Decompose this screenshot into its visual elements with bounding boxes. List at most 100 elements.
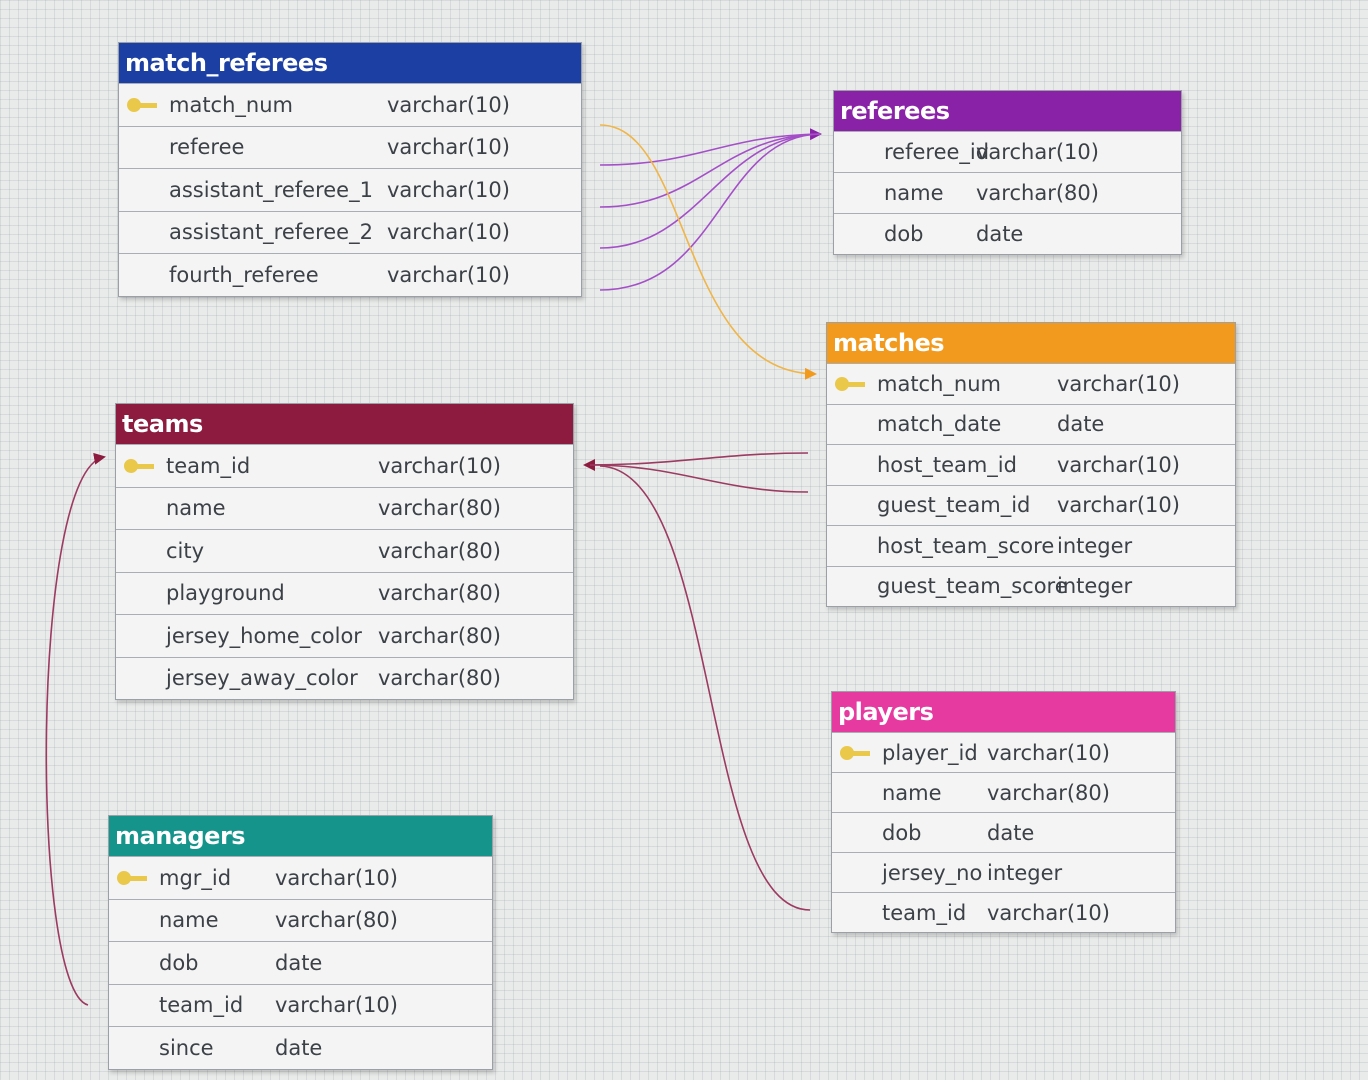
column-row[interactable]: jersey_no integer bbox=[832, 852, 1175, 892]
column-type: varchar(80) bbox=[378, 623, 501, 648]
column-type: varchar(10) bbox=[387, 135, 510, 160]
table-match-referees[interactable]: match_referees match_num varchar(10) refere… bbox=[118, 42, 582, 297]
column-name: assistant_referee_1 bbox=[169, 177, 373, 202]
column-name: mgr_id bbox=[159, 865, 232, 890]
column-name: guest_team_id bbox=[877, 493, 1031, 518]
column-type: integer bbox=[1057, 533, 1133, 558]
column-type: date bbox=[1057, 412, 1105, 437]
column-name: dob bbox=[884, 222, 924, 246]
primary-key-icon bbox=[127, 97, 157, 112]
column-row[interactable]: team_id varchar(10) bbox=[109, 983, 492, 1027]
column-type: varchar(10) bbox=[976, 140, 1099, 164]
column-type: varchar(10) bbox=[387, 92, 510, 117]
column-row[interactable]: assistant_referee_2 varchar(10) bbox=[119, 210, 581, 254]
link-fourth-referee-to-referees bbox=[599, 133, 821, 291]
table-referees[interactable]: referees referee_id varchar(10) name varchar… bbox=[833, 90, 1182, 255]
column-name: team_id bbox=[882, 900, 967, 925]
column-type: date bbox=[976, 222, 1024, 246]
column-row[interactable]: referee_id varchar(10) bbox=[834, 131, 1181, 172]
column-name: name bbox=[884, 181, 944, 205]
column-name: jersey_no bbox=[882, 860, 983, 885]
column-name: host_team_id bbox=[877, 452, 1017, 477]
column-type: varchar(10) bbox=[1057, 371, 1180, 396]
table-title[interactable]: match_referees bbox=[119, 43, 581, 83]
column-row[interactable]: since date bbox=[109, 1026, 492, 1069]
column-name: team_id bbox=[166, 453, 251, 478]
column-row[interactable]: playground varchar(80) bbox=[116, 571, 573, 615]
column-type: varchar(10) bbox=[275, 865, 398, 890]
column-type: varchar(10) bbox=[378, 453, 501, 478]
column-name: referee_id bbox=[884, 140, 990, 164]
column-name: team_id bbox=[159, 993, 244, 1018]
column-type: varchar(80) bbox=[976, 181, 1099, 205]
table-players[interactable]: players player_id varchar(10) name varchar(8… bbox=[831, 691, 1176, 933]
column-row[interactable]: assistant_referee_1 varchar(10) bbox=[119, 168, 581, 211]
column-row[interactable]: host_team_score integer bbox=[827, 525, 1235, 566]
column-row[interactable]: host_team_id varchar(10) bbox=[827, 444, 1235, 485]
primary-key-icon bbox=[835, 376, 865, 391]
column-type: date bbox=[987, 820, 1035, 845]
column-type: integer bbox=[1057, 574, 1133, 599]
table-title[interactable]: players bbox=[832, 692, 1175, 732]
column-row[interactable]: jersey_away_color varchar(80) bbox=[116, 656, 573, 700]
column-row[interactable]: guest_team_id varchar(10) bbox=[827, 484, 1235, 526]
table-title[interactable]: managers bbox=[109, 816, 492, 856]
column-row[interactable]: referee varchar(10) bbox=[119, 125, 581, 169]
column-row[interactable]: name varchar(80) bbox=[116, 486, 573, 530]
table-matches[interactable]: matches match_num varchar(10) match_date dat… bbox=[826, 322, 1236, 607]
table-title[interactable]: matches bbox=[827, 323, 1235, 363]
column-name: guest_team_score bbox=[877, 574, 1068, 599]
column-name: name bbox=[166, 496, 226, 521]
link-match-num-to-matches bbox=[599, 124, 817, 380]
column-row[interactable]: player_id varchar(10) bbox=[832, 732, 1175, 772]
column-name: referee bbox=[169, 135, 245, 160]
column-row[interactable]: city varchar(80) bbox=[116, 529, 573, 572]
column-row[interactable]: name varchar(80) bbox=[832, 772, 1175, 812]
column-name: fourth_referee bbox=[169, 262, 319, 287]
column-type: varchar(10) bbox=[987, 740, 1110, 765]
table-managers[interactable]: managers mgr_id varchar(10) name varchar(80)… bbox=[108, 815, 493, 1070]
link-player-team-to-teams bbox=[599, 465, 811, 911]
column-name: since bbox=[159, 1035, 214, 1060]
link-manager-team-to-teams bbox=[45, 452, 106, 1006]
column-type: date bbox=[275, 950, 323, 975]
column-name: name bbox=[882, 780, 942, 805]
column-type: varchar(80) bbox=[378, 666, 501, 691]
link-assistant-1-to-referees bbox=[599, 133, 821, 208]
column-row[interactable]: dob date bbox=[109, 941, 492, 984]
column-type: varchar(10) bbox=[387, 262, 510, 287]
column-row[interactable]: guest_team_score integer bbox=[827, 565, 1235, 607]
column-row[interactable]: team_id varchar(10) bbox=[832, 892, 1175, 932]
column-type: date bbox=[275, 1035, 323, 1060]
column-row[interactable]: match_num varchar(10) bbox=[827, 363, 1235, 404]
column-name: match_num bbox=[169, 92, 293, 117]
link-assistant-2-to-referees bbox=[599, 133, 821, 249]
column-type: varchar(10) bbox=[987, 900, 1110, 925]
column-row[interactable]: name varchar(80) bbox=[834, 172, 1181, 213]
column-row[interactable]: mgr_id varchar(10) bbox=[109, 856, 492, 899]
link-guest-team-to-teams bbox=[589, 464, 809, 493]
table-title[interactable]: teams bbox=[116, 404, 573, 444]
column-name: playground bbox=[166, 581, 285, 606]
column-row[interactable]: jersey_home_color varchar(80) bbox=[116, 614, 573, 657]
primary-key-icon bbox=[124, 458, 154, 473]
column-row[interactable]: fourth_referee varchar(10) bbox=[119, 253, 581, 296]
column-name: host_team_score bbox=[877, 533, 1055, 558]
column-row[interactable]: dob date bbox=[834, 213, 1181, 254]
column-type: varchar(10) bbox=[275, 993, 398, 1018]
column-row[interactable]: match_num varchar(10) bbox=[119, 83, 581, 126]
column-name: dob bbox=[882, 820, 922, 845]
column-name: jersey_away_color bbox=[166, 666, 358, 691]
column-type: varchar(10) bbox=[387, 177, 510, 202]
column-type: varchar(80) bbox=[275, 908, 398, 933]
column-row[interactable]: team_id varchar(10) bbox=[116, 444, 573, 487]
column-type: varchar(80) bbox=[378, 581, 501, 606]
column-name: assistant_referee_2 bbox=[169, 220, 373, 245]
column-row[interactable]: match_date date bbox=[827, 403, 1235, 445]
column-row[interactable]: dob date bbox=[832, 812, 1175, 852]
column-type: integer bbox=[987, 860, 1063, 885]
table-teams[interactable]: teams team_id varchar(10) name varchar(80) ci… bbox=[115, 403, 574, 700]
table-title[interactable]: referees bbox=[834, 91, 1181, 131]
column-row[interactable]: name varchar(80) bbox=[109, 898, 492, 942]
primary-key-icon bbox=[840, 745, 870, 760]
